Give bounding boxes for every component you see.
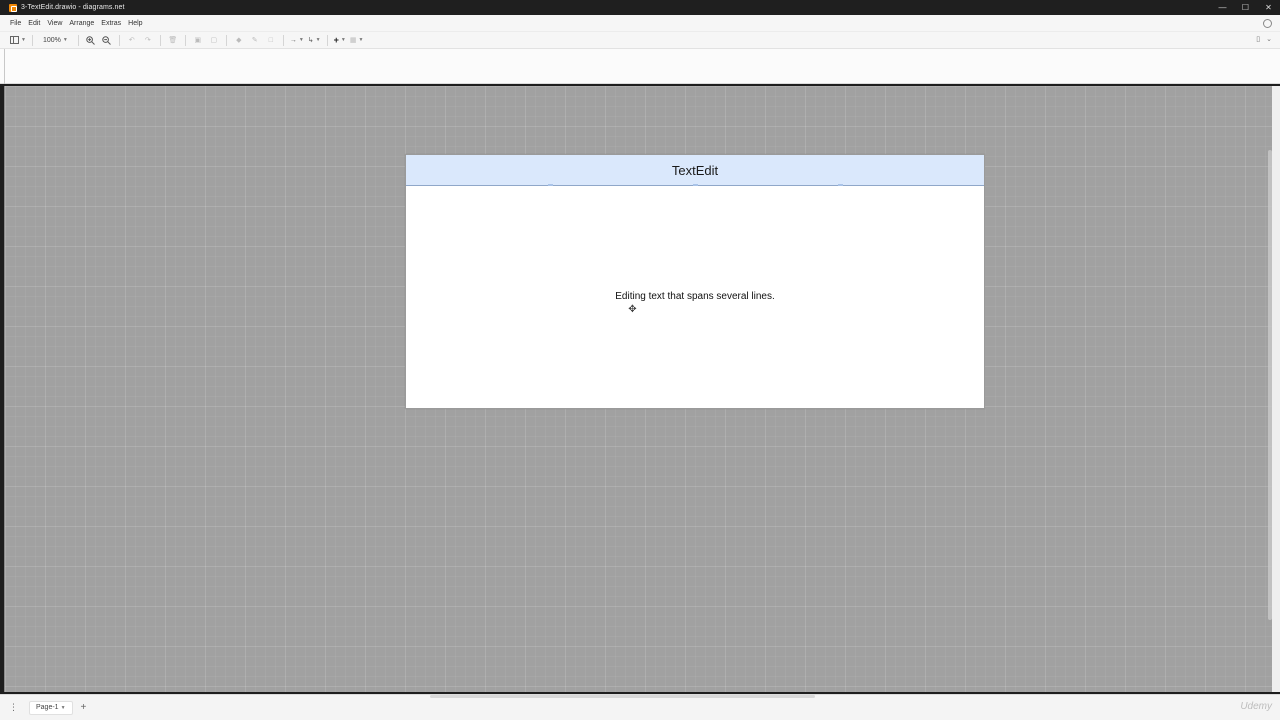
shadow-icon[interactable]: □ [265,34,277,47]
insert-plus-icon[interactable]: + ▼ [334,34,346,47]
line-color-icon[interactable]: ✎ [249,34,261,47]
add-page-icon[interactable]: + [81,702,87,713]
textedit-body-text[interactable]: Editing text that spans several lines. [406,291,984,302]
toolbar: ▼ 100% ▼ ↶ ↷ 🗑 ▣ ▢ ◆ ✎ □ → ▼ ↳ ▼ + ▼ ▦ ▼ ▯ ⌄ [0,32,1280,49]
zoom-select[interactable]: 100% ▼ [39,34,72,47]
menu-bar: File Edit View Arrange Extras Help [0,15,1280,32]
move-cursor-icon: ✥ [628,304,637,315]
menu-view[interactable]: View [47,20,62,27]
to-front-icon[interactable]: ▣ [192,34,204,47]
toolbar-divider [184,34,186,46]
toolbar-divider [118,34,120,46]
table-icon[interactable]: ▦ ▼ [350,34,364,47]
page-bar: ⋮ Page-1 ▼ + Udemy [0,694,1280,720]
toolbar-divider [326,34,328,46]
window-title: 3-TextEdit.drawio - diagrams.net [21,4,125,11]
udemy-watermark: Udemy [1240,701,1272,712]
window-controls: — ☐ ✕ [1211,0,1280,15]
textedit-shape[interactable]: TextEdit Editing text that spans several… [405,154,985,409]
to-back-icon[interactable]: ▢ [208,34,220,47]
vertical-scrollbar[interactable] [1268,150,1272,620]
zoom-value: 100% [42,36,61,44]
toolbar-divider [225,34,227,46]
horizontal-scrollbar[interactable] [430,695,815,698]
textedit-body[interactable]: Editing text that spans several lines. ✥ [406,186,984,408]
title-bar: 3-TextEdit.drawio - diagrams.net — ☐ ✕ [0,0,1280,15]
drawio-app-icon [9,3,17,12]
toolbar-right: ▯ ⌄ [1256,35,1272,43]
waypoints-icon[interactable]: ↳ ▼ [308,34,321,47]
toolbar-divider [77,34,79,46]
delete-icon[interactable]: 🗑 [167,34,179,47]
fill-color-icon[interactable]: ◆ [233,34,245,47]
textedit-header[interactable]: TextEdit [406,155,984,186]
close-button[interactable]: ✕ [1257,0,1280,15]
format-panel-icon[interactable]: ▯ [1256,35,1260,43]
menu-edit[interactable]: Edit [28,20,40,27]
zoom-in-icon[interactable] [85,34,97,47]
menu-help[interactable]: Help [128,20,142,27]
maximize-button[interactable]: ☐ [1234,0,1257,15]
view-panel-icon[interactable]: ▼ [10,34,26,47]
menu-file[interactable]: File [10,20,21,27]
menu-extras[interactable]: Extras [101,20,121,27]
toolbar-divider [282,34,284,46]
collapse-chevron-icon[interactable]: ⌄ [1266,35,1272,43]
redo-icon[interactable]: ↷ [142,34,154,47]
zoom-out-icon[interactable] [101,34,113,47]
sun-icon[interactable] [1263,19,1272,28]
pages-menu-icon[interactable]: ⋮ [9,702,18,713]
toolbar-divider [159,34,161,46]
toolbar-divider [31,34,33,46]
minimize-button[interactable]: — [1211,0,1234,15]
connection-style-icon[interactable]: → ▼ [290,34,304,47]
page-tab[interactable]: Page-1 ▼ [29,700,73,715]
format-strip [0,49,1280,84]
undo-icon[interactable]: ↶ [126,34,138,47]
canvas-right-margin [1272,86,1280,692]
page-tab-label: Page-1 [36,704,59,711]
menu-arrange[interactable]: Arrange [69,20,94,27]
sidebar-collapsed-edge[interactable] [0,49,5,84]
